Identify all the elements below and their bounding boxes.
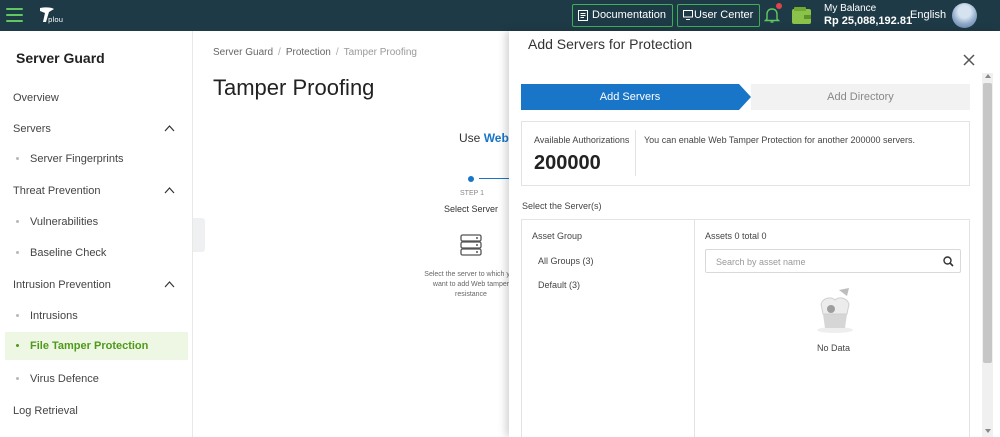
step-indicator-dot xyxy=(468,176,474,182)
step-add-servers[interactable]: Add Servers xyxy=(521,84,739,110)
bullet-icon xyxy=(16,251,19,254)
top-navigation-bar: plou Documentation User Center My Balanc… xyxy=(0,0,1000,31)
balance-display[interactable]: My Balance Rp 25,088,192.81 xyxy=(824,3,912,27)
select-servers-label: Select the Server(s) xyxy=(522,201,602,211)
asset-group-column: Asset Group All Groups (3) Default (3) xyxy=(522,220,695,437)
sidebar-item-label: Log Retrieval xyxy=(13,405,78,417)
sidebar: Server Guard Overview Servers Server Fin… xyxy=(0,31,193,437)
authorization-summary: Available Authorizations 200000 You can … xyxy=(521,121,970,186)
step-number: STEP 1 xyxy=(460,190,484,197)
asset-group-item[interactable]: Default (3) xyxy=(538,280,580,290)
auth-message: You can enable Web Tamper Protection for… xyxy=(644,135,916,145)
sidebar-item-file-tamper-protection[interactable]: File Tamper Protection xyxy=(5,332,188,360)
add-servers-panel: Add Servers for Protection Add Servers A… xyxy=(509,31,1000,437)
bullet-icon xyxy=(16,377,19,380)
logo-text: plou xyxy=(48,16,64,24)
sidebar-item-baseline-check[interactable]: Baseline Check xyxy=(0,239,193,267)
sidebar-item-server-fingerprints[interactable]: Server Fingerprints xyxy=(0,145,193,173)
no-data-illustration-icon xyxy=(817,288,853,333)
sidebar-item-log-retrieval[interactable]: Log Retrieval xyxy=(0,397,193,425)
sidebar-item-virus-defence[interactable]: Virus Defence xyxy=(0,365,193,393)
sidebar-item-label: Baseline Check xyxy=(30,247,107,259)
scroll-down-icon[interactable] xyxy=(985,429,991,433)
intro-text: Use Web xyxy=(459,131,509,145)
bullet-icon xyxy=(16,157,19,160)
sidebar-item-label: Server Fingerprints xyxy=(30,153,124,165)
user-center-button[interactable]: User Center xyxy=(677,4,761,27)
scrollbar-thumb[interactable] xyxy=(983,83,992,363)
sidebar-item-vulnerabilities[interactable]: Vulnerabilities xyxy=(0,208,193,236)
divider xyxy=(635,130,636,176)
sidebar-item-label: File Tamper Protection xyxy=(30,340,149,352)
breadcrumb: Server Guard / Protection / Tamper Proofing xyxy=(213,47,417,58)
monitor-icon xyxy=(683,10,693,21)
breadcrumb-item[interactable]: Protection xyxy=(286,47,331,58)
sidebar-item-servers[interactable]: Servers xyxy=(0,115,193,143)
panel-title: Add Servers for Protection xyxy=(528,36,693,52)
intro-text-highlight: Web xyxy=(483,131,509,145)
sidebar-item-intrusions[interactable]: Intrusions xyxy=(0,302,193,330)
breadcrumb-separator: / xyxy=(278,47,281,58)
breadcrumb-item[interactable]: Server Guard xyxy=(213,47,273,58)
step-name: Select Server xyxy=(444,204,499,214)
documentation-label: Documentation xyxy=(592,9,666,21)
no-data-text: No Data xyxy=(817,343,851,353)
documentation-button[interactable]: Documentation xyxy=(572,4,673,27)
sidebar-title: Server Guard xyxy=(16,50,105,66)
user-center-label: User Center xyxy=(694,9,754,21)
sidebar-item-overview[interactable]: Overview xyxy=(0,84,193,112)
chevron-up-icon xyxy=(164,125,175,132)
bullet-icon xyxy=(16,220,19,223)
language-selector[interactable]: English xyxy=(910,9,946,21)
step-description: Select the server to which you want to a… xyxy=(424,271,518,298)
server-selector: Asset Group All Groups (3) Default (3) A… xyxy=(521,219,970,437)
panel-scrollbar[interactable] xyxy=(982,73,993,437)
asset-group-header: Asset Group xyxy=(532,231,583,241)
asset-group-item[interactable]: All Groups (3) xyxy=(538,256,594,266)
sidebar-item-label: Intrusion Prevention xyxy=(13,279,111,291)
asset-search[interactable] xyxy=(705,249,961,273)
step-arrow-icon xyxy=(739,84,751,110)
step-add-directory[interactable]: Add Directory xyxy=(751,84,970,110)
assets-header: Assets 0 total 0 xyxy=(705,231,767,241)
chevron-up-icon xyxy=(164,187,175,194)
sidebar-item-label: Virus Defence xyxy=(30,373,99,385)
sidebar-collapse-handle[interactable] xyxy=(193,218,205,252)
breadcrumb-separator: / xyxy=(335,47,339,58)
close-icon[interactable] xyxy=(962,53,976,67)
chevron-up-icon xyxy=(164,281,175,288)
page-title: Tamper Proofing xyxy=(213,75,375,100)
sidebar-item-label: Threat Prevention xyxy=(13,185,101,197)
step-indicator-line xyxy=(479,178,509,179)
breadcrumb-current: Tamper Proofing xyxy=(343,47,417,58)
bullet-icon xyxy=(16,344,19,347)
wallet-icon[interactable] xyxy=(792,7,811,24)
scroll-up-icon[interactable] xyxy=(985,74,991,78)
notification-badge xyxy=(776,3,782,9)
auth-label: Available Authorizations xyxy=(534,135,630,145)
sidebar-item-threat-prevention[interactable]: Threat Prevention xyxy=(0,177,193,205)
sidebar-item-label: Overview xyxy=(13,92,59,104)
balance-amount: Rp 25,088,192.81 xyxy=(824,15,913,27)
wizard-steps: Add Servers Add Directory xyxy=(521,84,970,110)
balance-label: My Balance xyxy=(824,3,877,14)
intro-text-lead: Use xyxy=(459,131,481,145)
sidebar-item-intrusion-prevention[interactable]: Intrusion Prevention xyxy=(0,271,193,299)
document-icon xyxy=(578,9,588,21)
hamburger-menu-icon[interactable] xyxy=(6,8,23,22)
auth-value: 200000 xyxy=(534,152,601,174)
sidebar-item-label: Servers xyxy=(13,123,51,135)
server-icon xyxy=(460,234,482,256)
asset-search-input[interactable] xyxy=(716,254,926,269)
sidebar-item-label: Vulnerabilities xyxy=(30,216,99,228)
sidebar-item-label: Intrusions xyxy=(30,310,78,322)
user-avatar[interactable] xyxy=(952,3,977,28)
search-icon[interactable] xyxy=(943,256,954,267)
bullet-icon xyxy=(16,314,19,317)
